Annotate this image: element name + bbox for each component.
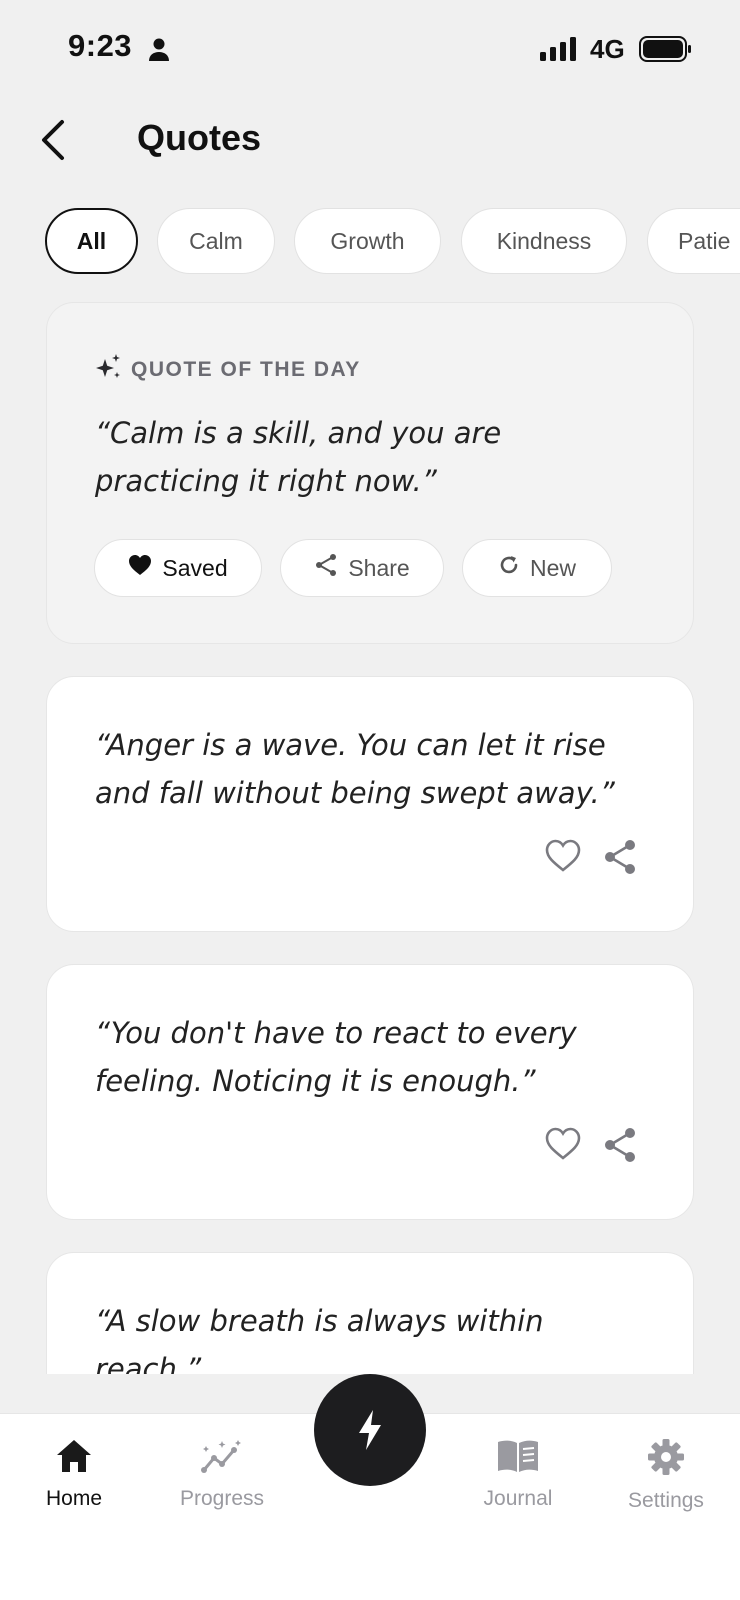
- nav-journal[interactable]: Journal: [453, 1438, 583, 1511]
- saved-label: Saved: [162, 554, 228, 581]
- quick-action-button[interactable]: [314, 1374, 426, 1486]
- share-icon[interactable]: [603, 839, 637, 880]
- sparkle-icon: [95, 353, 123, 387]
- quote-actions: Saved Share New: [94, 539, 612, 597]
- quote-of-the-day-text: QUOTE OF THE DAY: [131, 358, 361, 381]
- page-title: Quotes: [137, 117, 262, 158]
- chip-all[interactable]: All: [45, 208, 138, 274]
- nav-home[interactable]: Home: [9, 1438, 139, 1511]
- nav-progress-label: Progress: [179, 1487, 265, 1510]
- quote-card-actions: [545, 839, 637, 880]
- heart-filled-icon: [128, 554, 152, 582]
- heart-outline-icon[interactable]: [545, 1127, 581, 1168]
- share-icon[interactable]: [603, 1127, 637, 1168]
- quote-of-the-day-label: QUOTE OF THE DAY: [95, 353, 361, 387]
- share-label: Share: [348, 554, 410, 581]
- battery-icon: [639, 36, 693, 67]
- refresh-icon: [498, 554, 520, 582]
- nav-home-label: Home: [45, 1487, 103, 1510]
- signal-icon: [540, 37, 578, 66]
- nav-progress[interactable]: Progress: [157, 1438, 287, 1511]
- chevron-left-icon: [42, 120, 64, 160]
- share-icon: [314, 553, 338, 583]
- quote-card: “You don't have to react to every feelin…: [46, 964, 694, 1220]
- status-bar: 9:23 4G: [0, 0, 740, 100]
- journal-book-icon: [496, 1438, 540, 1479]
- chip-calm[interactable]: Calm: [157, 208, 275, 274]
- share-button[interactable]: Share: [280, 539, 444, 597]
- status-time: 9:23: [68, 28, 133, 63]
- nav-settings-label: Settings: [628, 1489, 704, 1512]
- home-icon: [55, 1438, 93, 1479]
- quote-text: “You don't have to react to every feelin…: [95, 1016, 577, 1098]
- quote-of-the-day-card: QUOTE OF THE DAY “Calm is a skill, and y…: [46, 302, 694, 644]
- chip-growth[interactable]: Growth: [294, 208, 441, 274]
- heart-outline-icon[interactable]: [545, 839, 581, 880]
- quote-of-the-day-quote: “Calm is a skill, and you are practicing…: [95, 416, 502, 498]
- lightning-bolt-icon: [359, 1410, 381, 1450]
- progress-chart-icon: [200, 1438, 244, 1479]
- new-quote-button[interactable]: New: [462, 539, 612, 597]
- nav-settings[interactable]: Settings: [601, 1438, 731, 1513]
- network-type: 4G: [590, 34, 625, 64]
- chip-patience[interactable]: Patie: [647, 208, 740, 274]
- quote-card-actions: [545, 1127, 637, 1168]
- filter-chips: All Calm Growth Kindness Patie: [45, 208, 740, 275]
- chip-kindness[interactable]: Kindness: [461, 208, 627, 274]
- quote-text: “Anger is a wave. You can let it rise an…: [95, 728, 615, 810]
- saved-button[interactable]: Saved: [94, 539, 262, 597]
- person-icon: [148, 38, 170, 67]
- back-button[interactable]: [38, 118, 78, 168]
- new-label: New: [529, 554, 576, 581]
- nav-journal-label: Journal: [483, 1487, 553, 1510]
- quote-card: “Anger is a wave. You can let it rise an…: [46, 676, 694, 932]
- gear-icon: [647, 1438, 685, 1481]
